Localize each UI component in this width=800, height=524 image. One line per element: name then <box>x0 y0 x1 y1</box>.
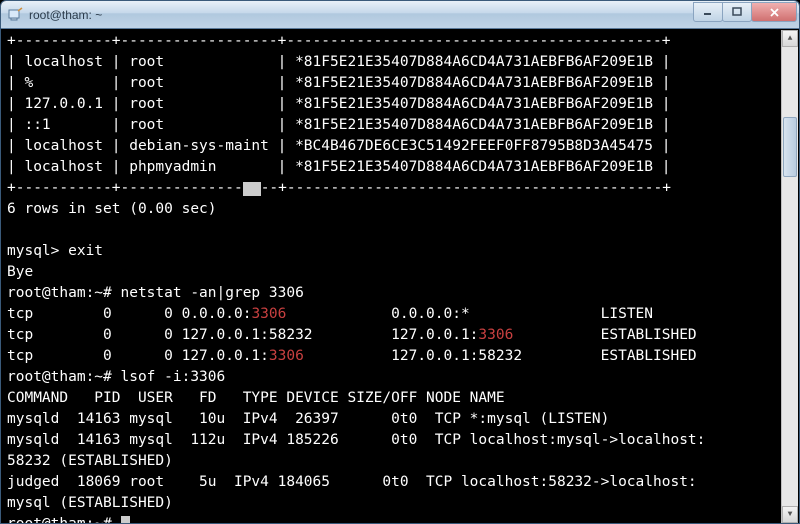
putty-icon <box>7 7 23 23</box>
window-title: root@tham: ~ <box>29 8 793 22</box>
close-icon <box>769 7 780 18</box>
scroll-up-button[interactable]: ▲ <box>782 30 798 47</box>
vertical-scrollbar[interactable]: ▲ ▼ <box>781 30 798 523</box>
maximize-icon <box>732 7 742 17</box>
titlebar[interactable]: root@tham: ~ <box>1 1 799 29</box>
terminal-window: root@tham: ~ +-----------+--------------… <box>0 0 800 524</box>
window-controls <box>694 2 797 22</box>
minimize-icon <box>703 7 713 17</box>
close-button[interactable] <box>751 2 797 22</box>
scroll-down-button[interactable]: ▼ <box>782 506 798 523</box>
scroll-thumb[interactable] <box>783 117 797 177</box>
terminal-output[interactable]: +-----------+------------------+--------… <box>1 29 799 523</box>
scroll-track[interactable] <box>782 47 798 506</box>
maximize-button[interactable] <box>722 2 752 22</box>
minimize-button[interactable] <box>693 2 723 22</box>
